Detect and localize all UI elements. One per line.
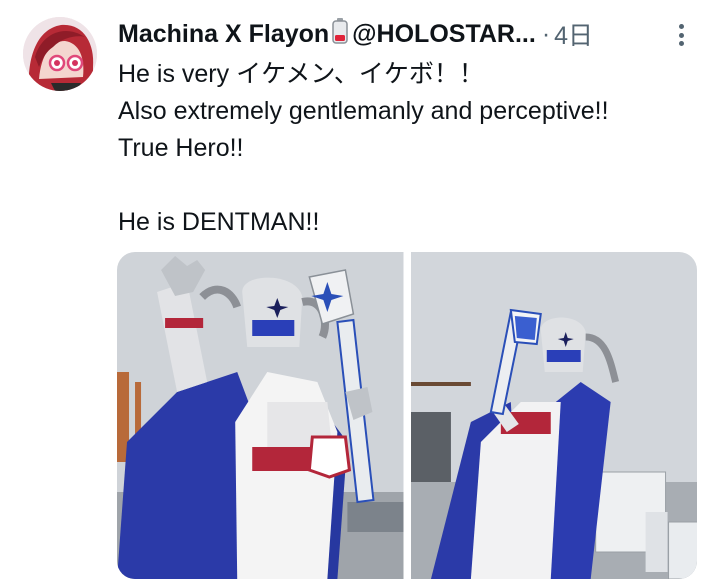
tweet-header: Machina X Flayon @HOLOSTAR... · 4日 [118,16,672,52]
separator-dot: · [541,19,551,48]
tweet-text: He is very イケメン、イケボ！！ Also extremely gen… [118,56,708,241]
author-handle[interactable]: @HOLOSTAR... [352,20,536,49]
media-grid [117,252,697,579]
tweet[interactable]: Machina X Flayon @HOLOSTAR... · 4日 He is… [0,0,720,588]
photo-1[interactable] [117,252,404,579]
avatar[interactable] [23,17,97,91]
avatar-image [23,17,97,91]
tweet-text-line: Also extremely gentlemanly and perceptiv… [118,97,609,125]
battery-low-icon [332,17,348,51]
photo-2[interactable] [410,252,697,579]
timestamp[interactable]: 4日 [554,16,593,52]
author-name[interactable]: Machina X Flayon [118,20,329,49]
tweet-text-line: He is DENTMAN!! [118,208,320,236]
tweet-text-line: He is very イケメン、イケボ！！ [118,60,484,88]
tweet-text-line [118,167,708,204]
more-vertical-icon[interactable] [671,21,691,49]
tweet-text-line: True Hero!! [118,134,244,162]
